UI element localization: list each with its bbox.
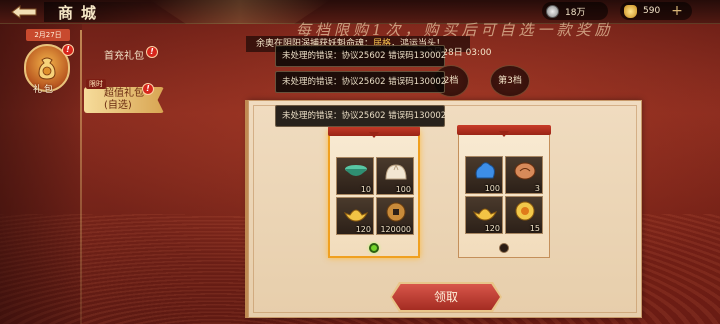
date-chip: 2月27日 bbox=[26, 29, 70, 41]
submenu-value-pack-sublabel: (自选) bbox=[104, 100, 132, 111]
error-toast: 未处理的错误：协议25602 错误码130002 bbox=[275, 71, 446, 93]
currency-coin: 18万 bbox=[542, 2, 608, 20]
back-button[interactable] bbox=[6, 2, 42, 22]
submenu-value-pack-label: 超值礼包 bbox=[104, 88, 144, 99]
copper-coin-icon bbox=[386, 202, 406, 222]
reward-qty: 120 bbox=[484, 224, 500, 233]
currency-gold-value: 590 bbox=[643, 6, 661, 16]
panel-left-edge bbox=[245, 100, 248, 318]
money-bag-icon bbox=[38, 57, 56, 80]
golden-medallion-icon bbox=[515, 201, 535, 221]
reward-qty: 100 bbox=[395, 185, 411, 194]
value-pack-badge: ! bbox=[142, 83, 154, 95]
add-gold-button[interactable]: + bbox=[670, 4, 684, 18]
gold-ingot-icon bbox=[472, 208, 498, 221]
reward-qty: 10 bbox=[360, 185, 371, 194]
gift-category-label: 礼包 bbox=[33, 85, 56, 95]
gold-ingot-icon bbox=[624, 4, 637, 18]
jade-bowl-icon bbox=[345, 165, 367, 176]
card-cap bbox=[457, 125, 551, 135]
reward-qty: 120000 bbox=[380, 225, 411, 234]
blue-spirit-icon bbox=[475, 162, 495, 179]
error-toast: 未处理的错误：协议25602 错误码130002 bbox=[275, 105, 446, 127]
claim-button[interactable]: 领取 bbox=[392, 284, 500, 310]
reward-item[interactable]: 15 bbox=[505, 196, 543, 234]
reward-option-2[interactable]: 100 3 120 15 bbox=[457, 125, 551, 258]
reward-option-2-radio[interactable] bbox=[499, 243, 509, 253]
currency-coin-value: 18万 bbox=[565, 7, 586, 18]
page-title: 商城 bbox=[44, 2, 164, 22]
error-toast: 未处理的错误：协议25602 错误码130002 bbox=[275, 45, 446, 67]
talisman-icon bbox=[514, 162, 536, 180]
reward-qty: 15 bbox=[529, 224, 540, 233]
reward-item[interactable]: 10 bbox=[336, 157, 374, 195]
reward-option-1[interactable]: 10 100 120 120000 bbox=[328, 126, 420, 258]
first-recharge-badge: ! bbox=[146, 46, 158, 58]
reward-qty: 100 bbox=[484, 184, 500, 193]
submenu-first-recharge-label: 首充礼包 bbox=[104, 50, 144, 62]
reward-item[interactable]: 120000 bbox=[376, 197, 414, 235]
rail-divider bbox=[80, 30, 82, 324]
back-arrow-icon bbox=[11, 5, 37, 19]
gift-notification-badge: ! bbox=[62, 44, 74, 56]
card-cap bbox=[328, 126, 420, 136]
panel-frame bbox=[253, 105, 637, 313]
reward-item[interactable]: 100 bbox=[465, 156, 503, 194]
reward-item[interactable]: 120 bbox=[465, 196, 503, 234]
currency-gold: 590 + bbox=[620, 2, 692, 20]
gold-ingot-icon bbox=[343, 209, 369, 222]
tier-3-button[interactable]: 第3档 bbox=[490, 65, 530, 97]
limited-time-tag: 限时 bbox=[86, 79, 106, 89]
bun-icon bbox=[385, 164, 407, 180]
reward-qty: 3 bbox=[534, 184, 540, 193]
reward-item[interactable]: 120 bbox=[336, 197, 374, 235]
reward-item[interactable]: 3 bbox=[505, 156, 543, 194]
coin-icon bbox=[546, 4, 559, 18]
reward-item[interactable]: 100 bbox=[376, 157, 414, 195]
reward-option-1-radio[interactable] bbox=[369, 243, 379, 253]
reward-qty: 120 bbox=[355, 225, 371, 234]
